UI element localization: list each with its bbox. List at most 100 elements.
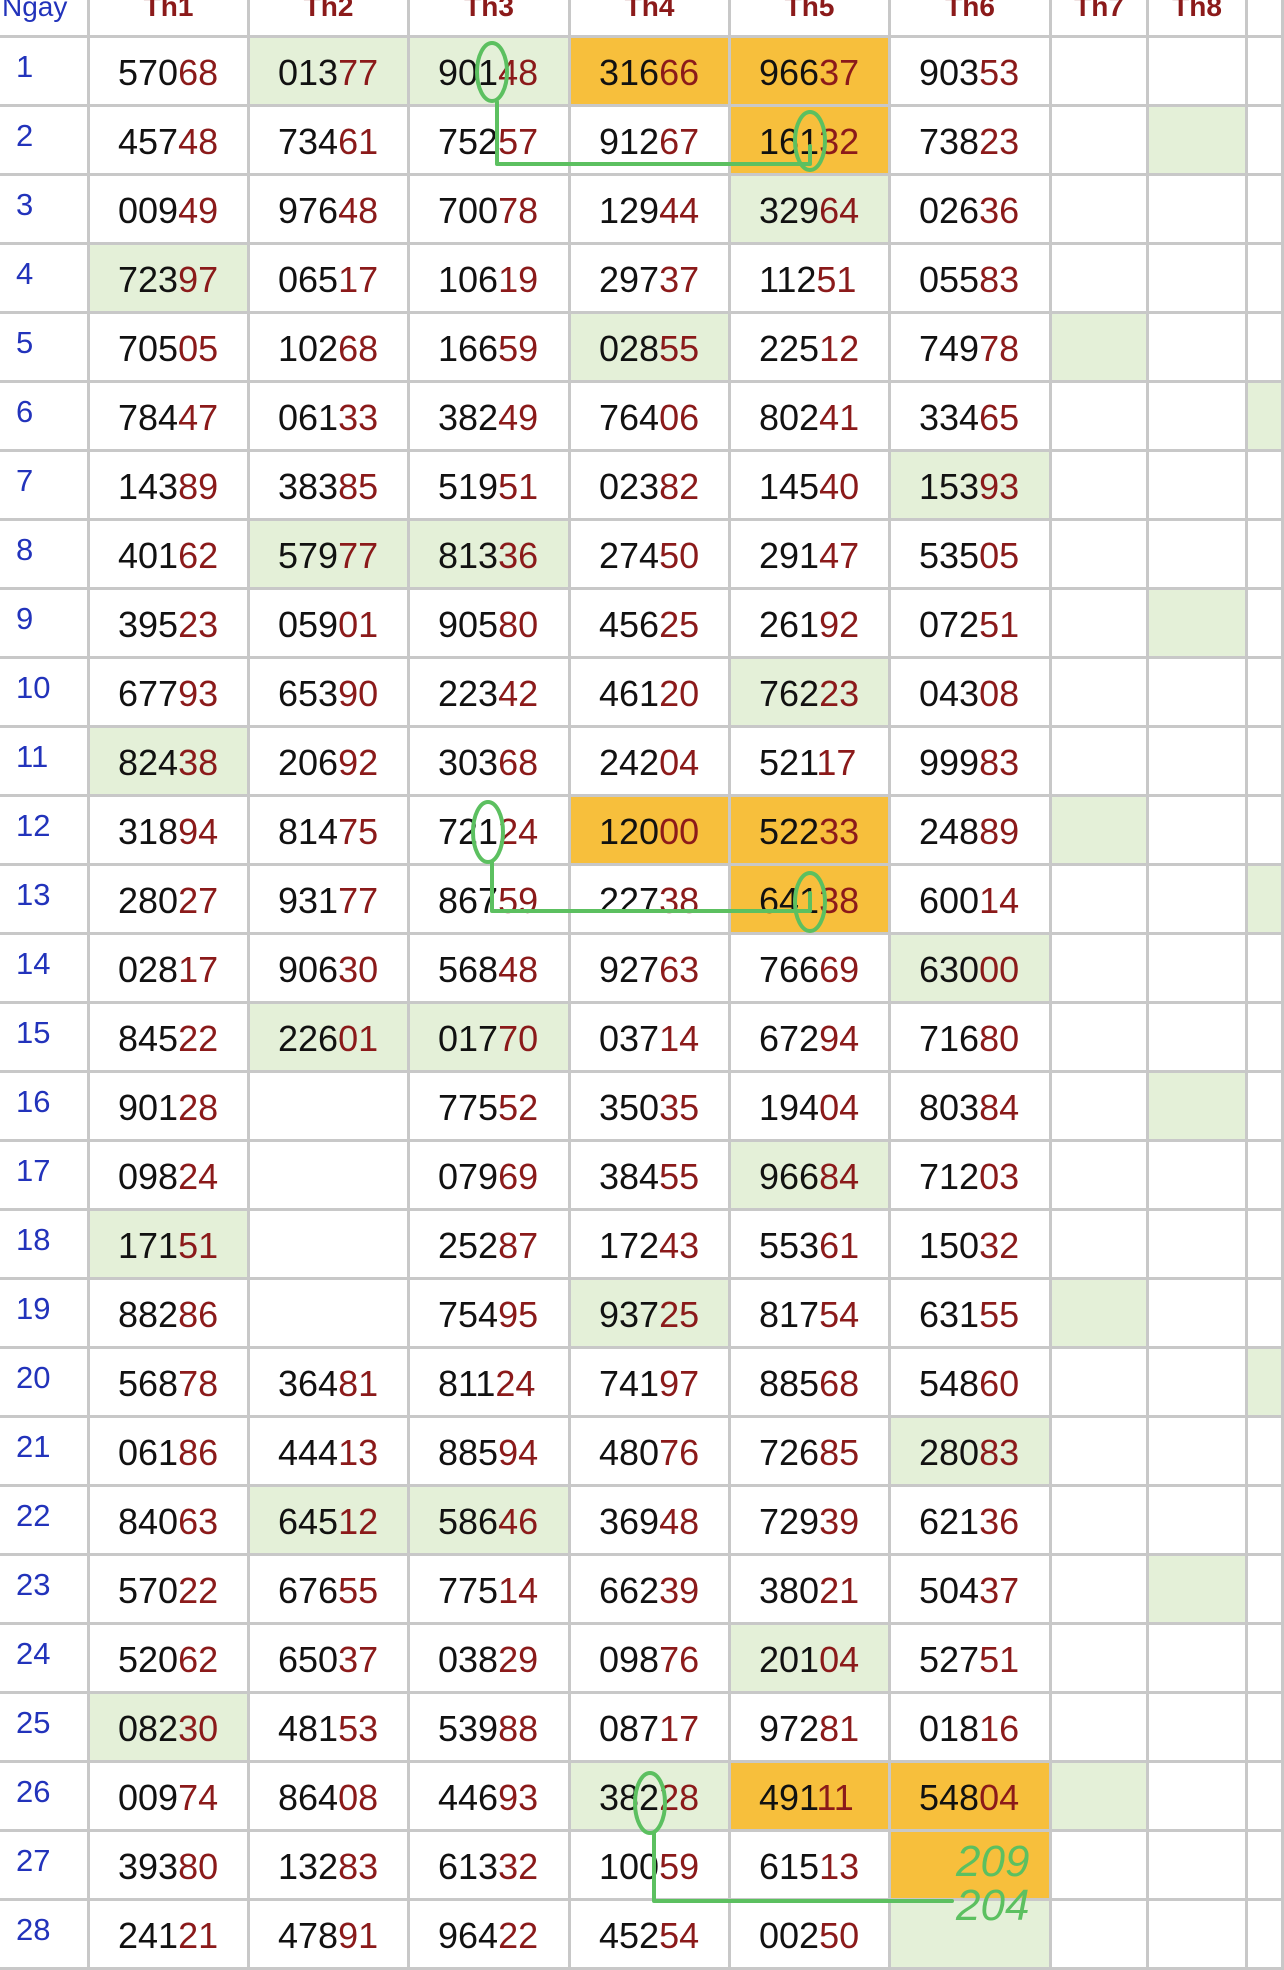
result-head-digits: 350 <box>599 1087 660 1128</box>
result-head-digits: 261 <box>759 604 820 645</box>
result-cell: 88568 <box>731 1349 891 1418</box>
result-head-digits: 383 <box>278 466 339 507</box>
result-tail-digits: 38 <box>178 742 219 783</box>
result-head-digits: 393 <box>118 1846 179 1887</box>
result-cell: 24889 <box>891 797 1052 866</box>
empty-cell <box>1248 1487 1284 1556</box>
result-cell: 22342 <box>410 659 571 728</box>
result-tail-digits: 88 <box>498 1708 539 1749</box>
day-number: 3 <box>0 176 90 245</box>
result-tail-digits: 05 <box>979 535 1020 576</box>
result-tail-digits: 84 <box>819 1156 860 1197</box>
result-head-digits: 369 <box>599 1501 660 1542</box>
result-head-digits: 903 <box>919 52 980 93</box>
result-tail-digits: 17 <box>659 1708 700 1749</box>
result-cell: 75495 <box>410 1280 571 1349</box>
result-tail-digits: 62 <box>178 535 219 576</box>
result-tail-digits: 36 <box>498 535 539 576</box>
result-head-digits: 600 <box>919 880 980 921</box>
result-cell: 02855 <box>571 314 731 383</box>
result-tail-digits: 48 <box>659 1501 700 1542</box>
result-cell <box>1149 176 1248 245</box>
result-head-digits: 382 <box>599 1777 660 1818</box>
result-cell <box>1052 245 1149 314</box>
result-cell <box>1149 1280 1248 1349</box>
result-tail-digits: 81 <box>819 1708 860 1749</box>
result-cell <box>1052 38 1149 107</box>
empty-cell <box>1248 176 1284 245</box>
result-cell <box>1052 1487 1149 1556</box>
result-cell <box>1052 383 1149 452</box>
result-head-digits: 401 <box>118 535 179 576</box>
result-head-digits: 143 <box>118 466 179 507</box>
result-head-digits: 480 <box>599 1432 660 1473</box>
result-tail-digits: 32 <box>498 1846 539 1887</box>
result-tail-digits: 13 <box>819 1846 860 1887</box>
result-tail-digits: 49 <box>498 397 539 438</box>
empty-cell <box>1248 1211 1284 1280</box>
result-head-digits: 906 <box>278 949 339 990</box>
column-header-5: Th5 <box>731 0 891 38</box>
result-cell: 58646 <box>410 1487 571 1556</box>
lottery-results-table: Ngay Th1 Th2 Th3 Th4 Th5 Th6 Th7 Th8 1 57068 01377 9… <box>0 0 1284 1970</box>
empty-cell <box>1248 314 1284 383</box>
result-cell <box>1149 659 1248 728</box>
result-cell: 30368 <box>410 728 571 797</box>
result-tail-digits: 97 <box>178 259 219 300</box>
result-tail-digits: 64 <box>819 190 860 231</box>
result-tail-digits: 03 <box>979 1156 1020 1197</box>
result-tail-digits: 55 <box>659 1156 700 1197</box>
result-tail-digits: 28 <box>659 1777 700 1818</box>
result-head-digits: 700 <box>438 190 499 231</box>
result-cell: 26192 <box>731 590 891 659</box>
result-cell: 36481 <box>250 1349 410 1418</box>
result-tail-digits: 17 <box>338 259 379 300</box>
result-cell: 36948 <box>571 1487 731 1556</box>
result-cell <box>1149 1556 1248 1625</box>
column-header-empty <box>1248 0 1284 38</box>
result-head-digits: 754 <box>438 1294 499 1335</box>
result-tail-digits: 92 <box>338 742 379 783</box>
result-head-digits: 280 <box>118 880 179 921</box>
result-cell: 71203 <box>891 1142 1052 1211</box>
empty-cell <box>1248 1280 1284 1349</box>
result-tail-digits: 36 <box>979 190 1020 231</box>
result-tail-digits: 80 <box>979 1018 1020 1059</box>
result-cell: 33465 <box>891 383 1052 452</box>
result-cell: 03829 <box>410 1625 571 1694</box>
result-cell: 53505 <box>891 521 1052 590</box>
result-tail-digits: 84 <box>979 1087 1020 1128</box>
column-header-3: Th3 <box>410 0 571 38</box>
result-head-digits: 318 <box>118 811 179 852</box>
result-cell: 16659 <box>410 314 571 383</box>
result-head-digits: 527 <box>919 1639 980 1680</box>
result-cell <box>1149 521 1248 590</box>
empty-cell <box>1248 659 1284 728</box>
result-cell: 03714 <box>571 1004 731 1073</box>
result-head-digits: 716 <box>919 1018 980 1059</box>
result-head-digits: 803 <box>919 1087 980 1128</box>
result-cell: 57068 <box>90 38 250 107</box>
result-cell: 72124 <box>410 797 571 866</box>
empty-cell <box>1248 1349 1284 1418</box>
day-number: 11 <box>0 728 90 797</box>
day-number: 25 <box>0 1694 90 1763</box>
result-head-digits: 120 <box>599 811 660 852</box>
result-head-digits: 653 <box>278 673 339 714</box>
empty-cell <box>1248 1694 1284 1763</box>
result-head-digits: 161 <box>759 121 820 162</box>
result-tail-digits: 19 <box>498 259 539 300</box>
result-head-digits: 491 <box>759 1777 817 1818</box>
result-cell: 39523 <box>90 590 250 659</box>
result-tail-digits: 55 <box>659 328 700 369</box>
result-cell: 24204 <box>571 728 731 797</box>
result-cell <box>1149 728 1248 797</box>
result-tail-digits: 93 <box>178 673 219 714</box>
empty-cell <box>1248 590 1284 659</box>
result-head-digits: 864 <box>278 1777 339 1818</box>
result-head-digits: 206 <box>278 742 339 783</box>
result-head-digits: 457 <box>118 121 179 162</box>
result-head-digits: 194 <box>759 1087 820 1128</box>
result-tail-digits: 27 <box>178 880 219 921</box>
result-cell <box>1052 590 1149 659</box>
